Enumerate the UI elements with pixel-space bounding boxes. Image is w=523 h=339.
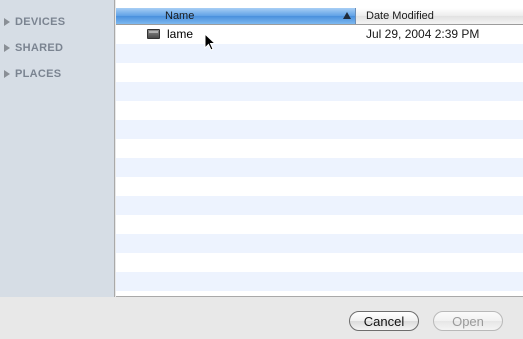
column-header-name-label: Name <box>165 10 195 22</box>
disclosure-triangle-icon[interactable] <box>4 70 10 78</box>
file-list-header: Name Date Modified <box>116 8 523 25</box>
unix-executable-icon <box>147 29 160 39</box>
empty-row <box>116 158 523 177</box>
column-header-name[interactable]: Name <box>116 8 356 24</box>
empty-row <box>116 291 523 296</box>
empty-row <box>116 253 523 272</box>
sidebar-section-places[interactable]: PLACES <box>4 67 61 81</box>
disclosure-triangle-icon[interactable] <box>4 44 10 52</box>
file-rows: lame Jul 29, 2004 2:39 PM <box>116 25 523 296</box>
table-row[interactable]: lame Jul 29, 2004 2:39 PM <box>116 25 523 44</box>
sidebar-section-label: DEVICES <box>15 16 66 28</box>
empty-row <box>116 120 523 139</box>
empty-row <box>116 196 523 215</box>
empty-row <box>116 234 523 253</box>
empty-row <box>116 101 523 120</box>
empty-row <box>116 44 523 63</box>
disclosure-triangle-icon[interactable] <box>4 18 10 26</box>
open-button[interactable]: Open <box>433 311 503 331</box>
empty-row <box>116 177 523 196</box>
mouse-pointer-icon <box>204 33 217 51</box>
empty-row <box>116 82 523 101</box>
sort-ascending-icon <box>343 12 351 19</box>
empty-row <box>116 215 523 234</box>
empty-row <box>116 139 523 158</box>
file-date-modified: Jul 29, 2004 2:39 PM <box>366 27 480 41</box>
open-file-dialog: DEVICES SHARED PLACES Name Date Modified… <box>0 0 523 339</box>
sidebar-section-shared[interactable]: SHARED <box>4 41 63 55</box>
file-name: lame <box>167 27 194 41</box>
sidebar-section-label: PLACES <box>15 68 62 80</box>
empty-row <box>116 63 523 82</box>
cancel-button[interactable]: Cancel <box>349 311 419 331</box>
column-header-date-label: Date Modified <box>366 10 434 22</box>
column-header-date-modified[interactable]: Date Modified <box>356 8 523 24</box>
empty-row <box>116 272 523 291</box>
sidebar-section-devices[interactable]: DEVICES <box>4 15 65 29</box>
sidebar-section-label: SHARED <box>15 42 64 54</box>
sidebar: DEVICES SHARED PLACES <box>0 0 115 297</box>
file-list: Name Date Modified lame Jul 29, 2004 2:3… <box>116 0 523 297</box>
